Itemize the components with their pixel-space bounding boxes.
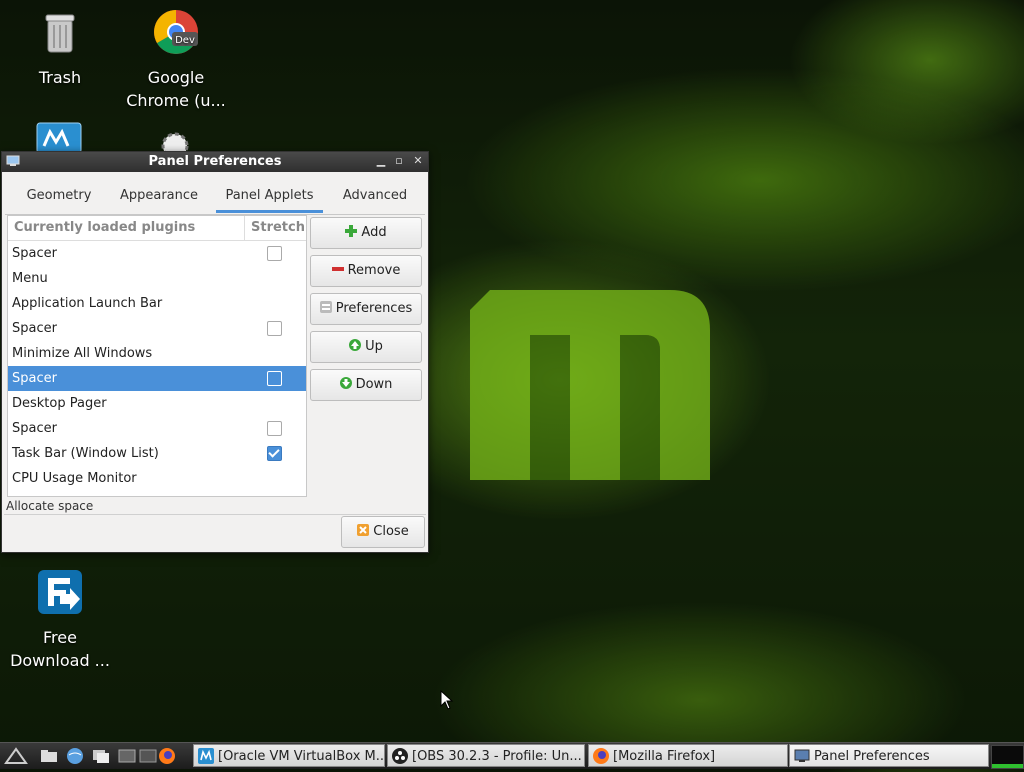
mint-menu-icon[interactable]: [4, 747, 28, 765]
tab-advanced[interactable]: Advanced: [334, 176, 416, 212]
plugin-name: Application Launch Bar: [12, 296, 163, 311]
close-button[interactable]: Close: [341, 516, 425, 548]
task-virtualbox[interactable]: [Oracle VM VirtualBox M...: [193, 744, 385, 767]
plugin-name: Task Bar (Window List): [12, 446, 159, 461]
stretch-checkbox[interactable]: [267, 371, 282, 386]
list-item[interactable]: CPU Usage Monitor: [8, 466, 306, 491]
column-header-plugins[interactable]: Currently loaded plugins: [14, 220, 195, 235]
list-item[interactable]: Spacer: [8, 416, 306, 441]
preferences-label: Preferences: [335, 301, 413, 316]
plus-icon: [345, 225, 358, 237]
window-title: Panel Preferences: [148, 154, 282, 169]
list-item[interactable]: Spacer: [8, 366, 306, 391]
list-item[interactable]: Task Bar (Window List): [8, 441, 306, 466]
minimize-button[interactable]: ▁: [374, 154, 388, 168]
cpu-monitor-graph: [991, 745, 1024, 769]
close-icon: [357, 524, 370, 536]
remove-button[interactable]: Remove: [310, 255, 422, 287]
close-window-button[interactable]: ✕: [411, 154, 425, 168]
panel-prefs-icon: [794, 749, 810, 762]
up-label: Up: [365, 339, 383, 354]
status-text: Allocate space: [6, 499, 94, 513]
plugins-list[interactable]: Currently loaded plugins Stretch Spacer M…: [7, 215, 307, 497]
task-label: [Mozilla Firefox]: [613, 749, 716, 764]
task-label: [Oracle VM VirtualBox M...: [218, 749, 385, 764]
column-header-stretch[interactable]: Stretch: [244, 216, 305, 240]
stretch-checkbox[interactable]: [267, 421, 282, 436]
tab-panel-applets[interactable]: Panel Applets: [216, 176, 323, 213]
list-item[interactable]: Minimize All Windows: [8, 341, 306, 366]
firefox-icon: [593, 748, 609, 764]
desktop-icon-label: Trash: [38, 68, 82, 87]
desktop-icon-label: Free Download ...: [10, 628, 110, 670]
tab-bar: Geometry Appearance Panel Applets Advanc…: [5, 176, 425, 215]
down-button[interactable]: Down: [310, 369, 422, 401]
stretch-checkbox[interactable]: [267, 446, 282, 461]
tab-appearance[interactable]: Appearance: [111, 176, 207, 212]
stretch-checkbox[interactable]: [267, 246, 282, 261]
show-desktop-icon[interactable]: [92, 747, 110, 765]
task-panel-preferences[interactable]: Panel Preferences: [789, 744, 989, 767]
task-obs[interactable]: [OBS 30.2.3 - Profile: Un...: [387, 744, 585, 767]
plugin-name: Spacer: [12, 321, 57, 336]
pager-icon[interactable]: [118, 747, 136, 765]
list-header: Currently loaded plugins Stretch: [8, 216, 306, 241]
stretch-checkbox[interactable]: [267, 321, 282, 336]
free-download-manager-icon: [38, 570, 82, 614]
list-item[interactable]: Menu: [8, 266, 306, 291]
globe-icon[interactable]: [66, 747, 84, 765]
task-firefox[interactable]: [Mozilla Firefox]: [588, 744, 788, 767]
list-item[interactable]: Desktop Pager: [8, 391, 306, 416]
plugin-name: Desktop Pager: [12, 396, 107, 411]
gear-icon[interactable]: [158, 130, 192, 152]
up-button[interactable]: Up: [310, 331, 422, 363]
arrow-up-icon: [349, 339, 362, 351]
list-item[interactable]: Spacer: [8, 241, 306, 266]
maximize-button[interactable]: ▫: [392, 154, 406, 168]
divider: [4, 514, 426, 515]
plugin-name: Spacer: [12, 246, 57, 261]
minus-icon: [331, 267, 344, 271]
chrome-dev-badge: Dev: [175, 35, 195, 46]
firefox-launcher-icon[interactable]: [158, 747, 176, 765]
preferences-icon: [319, 301, 332, 313]
add-label: Add: [361, 225, 387, 240]
pager-icon-2[interactable]: [139, 747, 157, 765]
folder-icon[interactable]: [40, 747, 58, 765]
add-button[interactable]: Add: [310, 217, 422, 249]
desktop-icon-label: Google Chrome (u...: [126, 68, 226, 110]
plugin-name: CPU Usage Monitor: [12, 471, 137, 486]
list-item[interactable]: Spacer: [8, 316, 306, 341]
chrome-dev-icon: Dev: [154, 10, 198, 54]
trash-icon: [45, 14, 75, 53]
mint-logo-wallpaper: [470, 290, 710, 480]
down-label: Down: [355, 377, 393, 392]
window-titlebar[interactable]: Panel Preferences ▁ ▫ ✕: [2, 152, 428, 172]
task-label: [OBS 30.2.3 - Profile: Un...: [412, 749, 582, 764]
taskbar: [Oracle VM VirtualBox M... [OBS 30.2.3 -…: [0, 742, 1024, 769]
tab-geometry[interactable]: Geometry: [17, 176, 101, 212]
task-label: Panel Preferences: [814, 749, 930, 764]
plugin-name: Minimize All Windows: [12, 346, 153, 361]
close-label: Close: [373, 524, 409, 539]
panel-preferences-window: Panel Preferences ▁ ▫ ✕ Geometry Appeara…: [1, 151, 429, 553]
desktop-icon-free-download-manager[interactable]: Free Download ...: [5, 568, 115, 672]
mouse-cursor-icon: [440, 690, 454, 710]
virtualbox-icon: [198, 748, 214, 764]
cpu-graph-icon: [992, 764, 1023, 768]
list-item[interactable]: Application Launch Bar: [8, 291, 306, 316]
preferences-button[interactable]: Preferences: [310, 293, 422, 325]
plugin-name: Menu: [12, 271, 48, 286]
obs-icon: [392, 748, 408, 764]
desktop-icon-chrome[interactable]: Dev Google Chrome (u...: [121, 8, 231, 112]
virtualbox-desktop-icon[interactable]: [36, 122, 82, 152]
plugin-name: Spacer: [12, 421, 57, 436]
remove-label: Remove: [347, 263, 401, 278]
action-buttons: Add Remove Preferences Up Down: [310, 217, 422, 407]
arrow-down-icon: [339, 377, 352, 389]
desktop-icon-trash[interactable]: Trash: [5, 8, 115, 89]
plugin-name: Spacer: [12, 371, 57, 386]
